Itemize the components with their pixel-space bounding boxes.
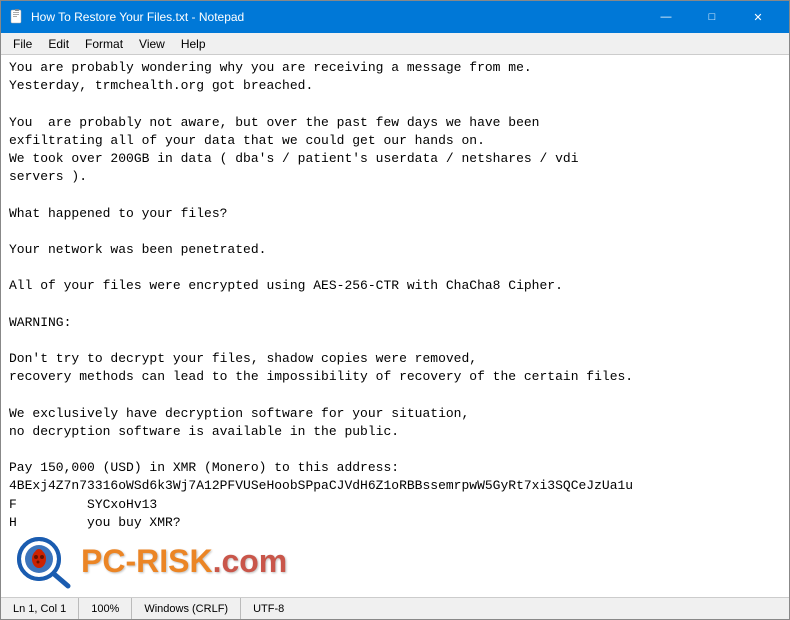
editor-textarea[interactable]: You are probably wondering why you are r… — [1, 55, 789, 597]
menu-format[interactable]: Format — [77, 35, 131, 53]
maximize-button[interactable]: □ — [689, 1, 735, 33]
line-ending: Windows (CRLF) — [144, 603, 228, 615]
menu-file[interactable]: File — [5, 35, 40, 53]
status-bar: Ln 1, Col 1 100% Windows (CRLF) UTF-8 — [1, 597, 789, 619]
cursor-position: Ln 1, Col 1 — [13, 603, 66, 615]
notepad-window: How To Restore Your Files.txt - Notepad … — [0, 0, 790, 620]
encoding: UTF-8 — [253, 603, 284, 615]
menu-view[interactable]: View — [131, 35, 173, 53]
editor-container: You are probably wondering why you are r… — [1, 55, 789, 597]
menu-bar: File Edit Format View Help — [1, 33, 789, 55]
zoom-level: 100% — [91, 603, 119, 615]
menu-help[interactable]: Help — [173, 35, 214, 53]
close-button[interactable]: ✕ — [735, 1, 781, 33]
menu-edit[interactable]: Edit — [40, 35, 77, 53]
title-bar: How To Restore Your Files.txt - Notepad … — [1, 1, 789, 33]
window-title: How To Restore Your Files.txt - Notepad — [31, 10, 643, 24]
notepad-icon — [9, 9, 25, 25]
status-line-ending: Windows (CRLF) — [132, 598, 241, 619]
window-controls: — □ ✕ — [643, 1, 781, 33]
status-zoom: 100% — [79, 598, 132, 619]
status-position: Ln 1, Col 1 — [1, 598, 79, 619]
minimize-button[interactable]: — — [643, 1, 689, 33]
status-encoding: UTF-8 — [241, 598, 296, 619]
